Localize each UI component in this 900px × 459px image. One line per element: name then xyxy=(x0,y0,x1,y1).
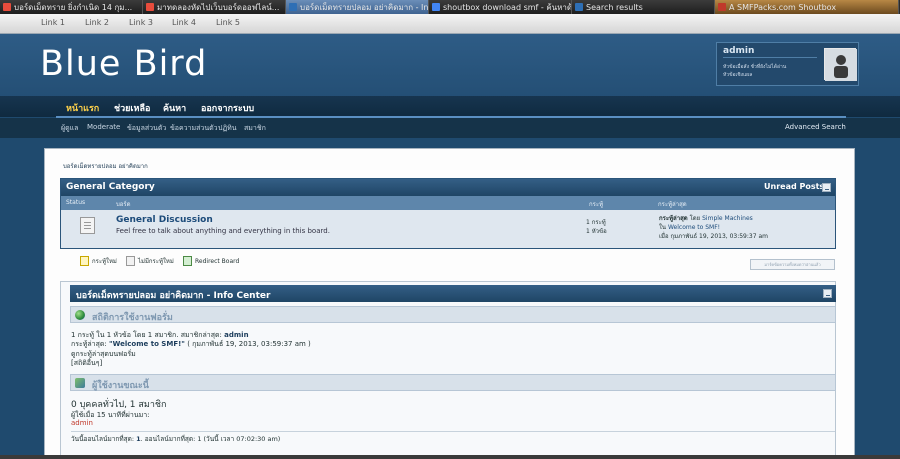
stats-globe-icon xyxy=(75,310,85,320)
info-center: บอร์ดเม็ดทรายปลอม อย่าคิดมาก - Info Cent… xyxy=(60,281,836,459)
category-table: General Category Unread Posts Status บอร… xyxy=(60,178,836,249)
online-users-icon xyxy=(75,378,85,388)
breadcrumb[interactable]: บอร์ดเม็ดทรายปลอม อย่าคิดมาก xyxy=(63,161,148,171)
top-link-2[interactable]: Link 2 xyxy=(85,18,109,27)
category-title[interactable]: General Category xyxy=(66,182,155,192)
last-post-topic-link[interactable]: Welcome to SMF! xyxy=(668,224,720,231)
latest-member-link[interactable]: admin xyxy=(224,331,248,339)
no-new-posts-icon xyxy=(126,256,135,266)
user-name: admin xyxy=(723,46,755,56)
legend-new: กระทู้ใหม่ xyxy=(80,256,117,266)
replies-link[interactable]: หัวข้อเชิงแผล xyxy=(723,71,752,79)
mark-all-read-button[interactable]: มาร์คข้อความทั้งหมดว่าอ่านแล้ว xyxy=(750,259,835,270)
main-content: บอร์ดเม็ดทรายปลอม อย่าคิดมาก General Cat… xyxy=(44,148,855,459)
tab-favicon-icon xyxy=(718,3,726,11)
legend-redirect: Redirect Board xyxy=(183,256,239,266)
online-section-header: ผู้ใช้งานขณะนี้ xyxy=(70,374,836,391)
nav-home[interactable]: หน้าแรก xyxy=(66,101,99,115)
taskbar-strip xyxy=(0,455,900,459)
nav-help[interactable]: ช่วยเหลือ xyxy=(114,101,150,115)
category-header: General Category Unread Posts xyxy=(61,179,835,196)
subnav-admin[interactable]: ผู้ดูแล xyxy=(61,123,78,134)
last-post-author-link[interactable]: Simple Machines xyxy=(702,215,753,222)
top-link-1[interactable]: Link 1 xyxy=(41,18,65,27)
stats-section-header: สถิติการใช้งานฟอรั่ม xyxy=(70,306,836,323)
sub-nav: ผู้ดูแล Moderate ข้อมูลส่วนตัว ข้อความส่… xyxy=(0,118,900,138)
subnav-members[interactable]: สมาชิก xyxy=(244,123,266,134)
board-topic-count: 1 หัวข้อ xyxy=(586,228,607,235)
google-favicon-icon xyxy=(432,3,440,11)
user-silhouette-icon xyxy=(825,49,857,81)
nav-logout[interactable]: ออกจากระบบ xyxy=(201,101,254,115)
site-logo[interactable]: Blue Bird xyxy=(40,44,207,84)
board-name-link[interactable]: General Discussion xyxy=(116,215,213,225)
online-user-link[interactable]: admin xyxy=(71,419,93,427)
board-status-icon xyxy=(80,217,95,234)
legend-no-new: ไม่มีกระทู้ใหม่ xyxy=(126,256,174,266)
new-posts-icon xyxy=(80,256,89,266)
subnav-messages[interactable]: ข้อความส่วนตัว xyxy=(170,123,218,134)
column-board: บอร์ด xyxy=(116,201,131,208)
column-status: Status xyxy=(66,199,86,206)
online-title: ผู้ใช้งานขณะนี้ xyxy=(92,381,149,391)
browser-tab[interactable]: shoutbox download smf - ค้นหาด้ว... xyxy=(429,0,572,14)
stats-title: สถิติการใช้งานฟอรั่ม xyxy=(92,313,173,323)
top-link-4[interactable]: Link 4 xyxy=(172,18,196,27)
top-link-3[interactable]: Link 3 xyxy=(129,18,153,27)
column-posts: กระทู้ xyxy=(589,201,604,208)
subnav-moderate[interactable]: Moderate xyxy=(87,123,120,131)
online-divider xyxy=(71,431,835,432)
more-stats-link[interactable]: [สถิติอื่นๆ] xyxy=(71,358,102,369)
info-center-header: บอร์ดเม็ดทรายปลอม อย่าคิดมาก - Info Cent… xyxy=(70,285,836,302)
board-description: Feel free to talk about anything and eve… xyxy=(116,227,330,235)
tab-favicon-icon xyxy=(289,3,297,11)
unread-topics-link[interactable]: หัวข้อเมื่อสัง ชั่วที่ยังไม่ได้อ่าน xyxy=(723,63,786,71)
nav-search[interactable]: ค้นหา xyxy=(163,101,186,115)
browser-tab[interactable]: Search results xyxy=(572,0,715,14)
table-column-header: Status บอร์ด กระทู้ กระทู้ล่าสุด xyxy=(61,196,835,210)
top-link-5[interactable]: Link 5 xyxy=(216,18,240,27)
collapse-icon[interactable] xyxy=(822,183,831,192)
info-center-title: บอร์ดเม็ดทรายปลอม อย่าคิดมาก - Info Cent… xyxy=(76,291,271,301)
latest-post-link[interactable]: "Welcome to SMF!" xyxy=(109,340,185,348)
most-online: วันนี้ออนไลน์มากที่สุด: 1. ออนไลน์มากที่… xyxy=(71,435,281,443)
tab-favicon-icon xyxy=(3,3,11,11)
redirect-board-icon xyxy=(183,256,192,266)
top-link-bar: Link 1 Link 2 Link 3 Link 4 Link 5 xyxy=(0,14,900,34)
tab-favicon-icon xyxy=(146,3,154,11)
avatar[interactable] xyxy=(824,48,857,81)
tab-favicon-icon xyxy=(575,3,583,11)
collapse-icon[interactable] xyxy=(823,289,832,298)
browser-tab-strip: บอร์ดเม็ดทราย ยิ่งกำเนิด 14 กุม... มาทดล… xyxy=(0,0,900,14)
subnav-profile[interactable]: ข้อมูลส่วนตัว xyxy=(127,123,166,134)
user-divider xyxy=(723,57,817,58)
advanced-search-link[interactable]: Advanced Search xyxy=(785,123,846,131)
browser-tab[interactable]: มาทดลองหัดไปเว็บบอร์ดออฟไลน์... xyxy=(143,0,286,14)
table-row: General Discussion Feel free to talk abo… xyxy=(61,210,835,248)
user-panel: admin หัวข้อเมื่อสัง ชั่วที่ยังไม่ได้อ่า… xyxy=(716,42,859,86)
main-nav: หน้าแรก ช่วยเหลือ ค้นหา ออกจากระบบ xyxy=(0,96,900,117)
unread-posts-link[interactable]: Unread Posts xyxy=(764,182,824,191)
browser-tab-active[interactable]: บอร์ดเม็ดทรายปลอม อย่าคิดมาก - Index xyxy=(286,0,429,14)
column-last-post: กระทู้ล่าสุด xyxy=(658,201,687,208)
browser-tab[interactable]: A SMFPacks.com Shoutbox xyxy=(715,0,899,14)
browser-tab[interactable]: บอร์ดเม็ดทราย ยิ่งกำเนิด 14 กุม... xyxy=(0,0,143,14)
online-count: 0 บุคคลทั่วไป, 1 สมาชิก xyxy=(71,400,167,410)
subnav-calendar[interactable]: ปฏิทิน xyxy=(218,123,237,134)
last-post-date: เมื่อ กุมภาพันธ์ 19, 2013, 03:59:37 am xyxy=(659,233,768,240)
